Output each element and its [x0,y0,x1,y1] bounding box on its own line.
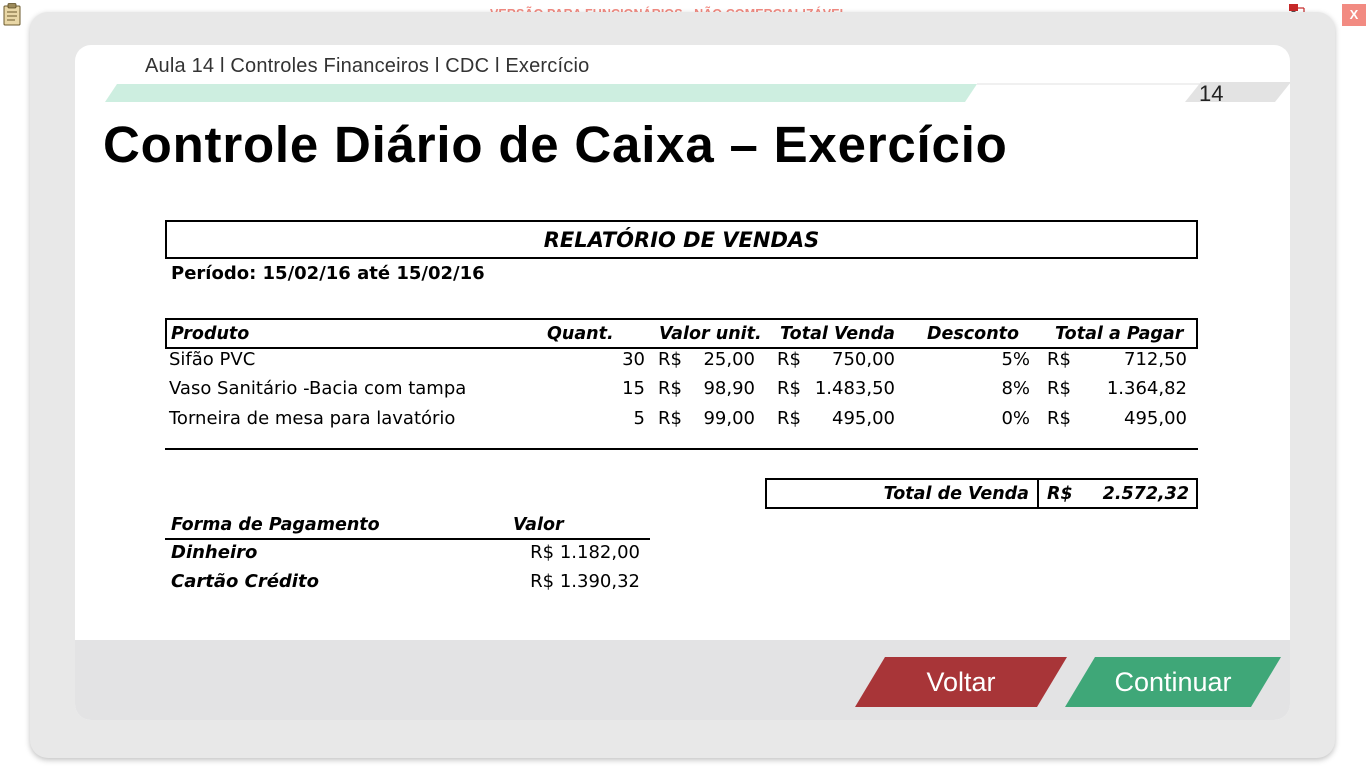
header-produto: Produto [171,324,250,344]
header-desconto: Desconto [927,324,1020,344]
payment-row: Cartão Crédito R$ 1.390,32 [165,571,650,599]
page-title: Controle Diário de Caixa – Exercício [103,116,1008,173]
header-total-pagar: Total a Pagar [1055,324,1184,344]
cell-currency: R$ [1047,349,1071,370]
cell-quant: 30 [622,349,645,370]
cell-currency: R$ [658,408,682,429]
cell-total-venda: 750,00 [832,349,895,370]
table-row: Torneira de mesa para lavatório 5 R$ 99,… [165,408,1198,436]
header-total-venda: Total Venda [780,324,895,344]
sales-report: RELATÓRIO DE VENDAS Período: 15/02/16 at… [165,220,1200,600]
table-bottom-rule [165,448,1198,450]
total-venda-currency: R$ [1047,484,1073,504]
cell-produto: Sifão PVC [169,349,256,370]
total-venda-value: 2.572,32 [1102,484,1189,504]
clipboard-icon[interactable] [2,2,22,26]
cell-currency: R$ [1047,408,1071,429]
table-row: Vaso Sanitário -Bacia com tampa 15 R$ 98… [165,378,1198,406]
cell-valor-unit: 25,00 [703,349,755,370]
report-period: Período: 15/02/16 até 15/02/16 [171,263,485,284]
cell-desconto: 8% [1001,378,1030,399]
payment-value: R$ 1.390,32 [530,571,640,592]
header-quant: Quant. [547,324,614,344]
cell-currency: R$ [658,378,682,399]
header-forma-pagamento: Forma de Pagamento [171,515,380,535]
payment-label: Dinheiro [171,542,258,563]
cell-currency: R$ [658,349,682,370]
cell-total-pagar: 495,00 [1124,408,1187,429]
cell-desconto: 5% [1001,349,1030,370]
voltar-button[interactable]: Voltar [855,657,1067,707]
header-strip [105,82,1290,102]
total-venda-label: Total de Venda [883,484,1029,504]
cell-valor-unit: 98,90 [703,378,755,399]
slide-content: Aula 14 l Controles Financeiros l CDC l … [75,45,1290,720]
cell-currency: R$ [1047,378,1071,399]
cell-total-venda: 495,00 [832,408,895,429]
payment-header: Forma de Pagamento Valor [165,510,650,540]
app-window: VERSÃO PARA FUNCIONÁRIOS - NÃO COMERCIAL… [0,0,1366,768]
table-header: Produto Quant. Valor unit. Total Venda D… [165,318,1198,349]
cell-currency: R$ [777,408,801,429]
cell-total-venda: 1.483,50 [814,378,895,399]
cell-total-pagar: 712,50 [1124,349,1187,370]
cell-desconto: 0% [1001,408,1030,429]
cell-quant: 15 [622,378,645,399]
cell-produto: Torneira de mesa para lavatório [169,408,456,429]
payment-label: Cartão Crédito [171,571,319,592]
header-valor: Valor [513,515,564,535]
cell-produto: Vaso Sanitário -Bacia com tampa [169,378,467,399]
cell-currency: R$ [777,349,801,370]
cell-total-pagar: 1.364,82 [1106,378,1187,399]
cell-quant: 5 [633,408,645,429]
breadcrumb: Aula 14 l Controles Financeiros l CDC l … [145,55,590,77]
payment-value: R$ 1.182,00 [530,542,640,563]
continuar-button[interactable]: Continuar [1065,657,1281,707]
total-divider [1037,480,1039,507]
cell-currency: R$ [777,378,801,399]
table-row: Sifão PVC 30 R$ 25,00 R$ 750,00 5% R$ 71… [165,349,1198,377]
total-venda-box: Total de Venda R$ 2.572,32 [765,478,1198,509]
header-valor-unit: Valor unit. [659,324,762,344]
report-title: RELATÓRIO DE VENDAS [165,220,1198,259]
payment-row: Dinheiro R$ 1.182,00 [165,542,650,570]
page-number: 14 [1199,81,1224,106]
cell-valor-unit: 99,00 [703,408,755,429]
close-button[interactable]: X [1342,4,1366,26]
